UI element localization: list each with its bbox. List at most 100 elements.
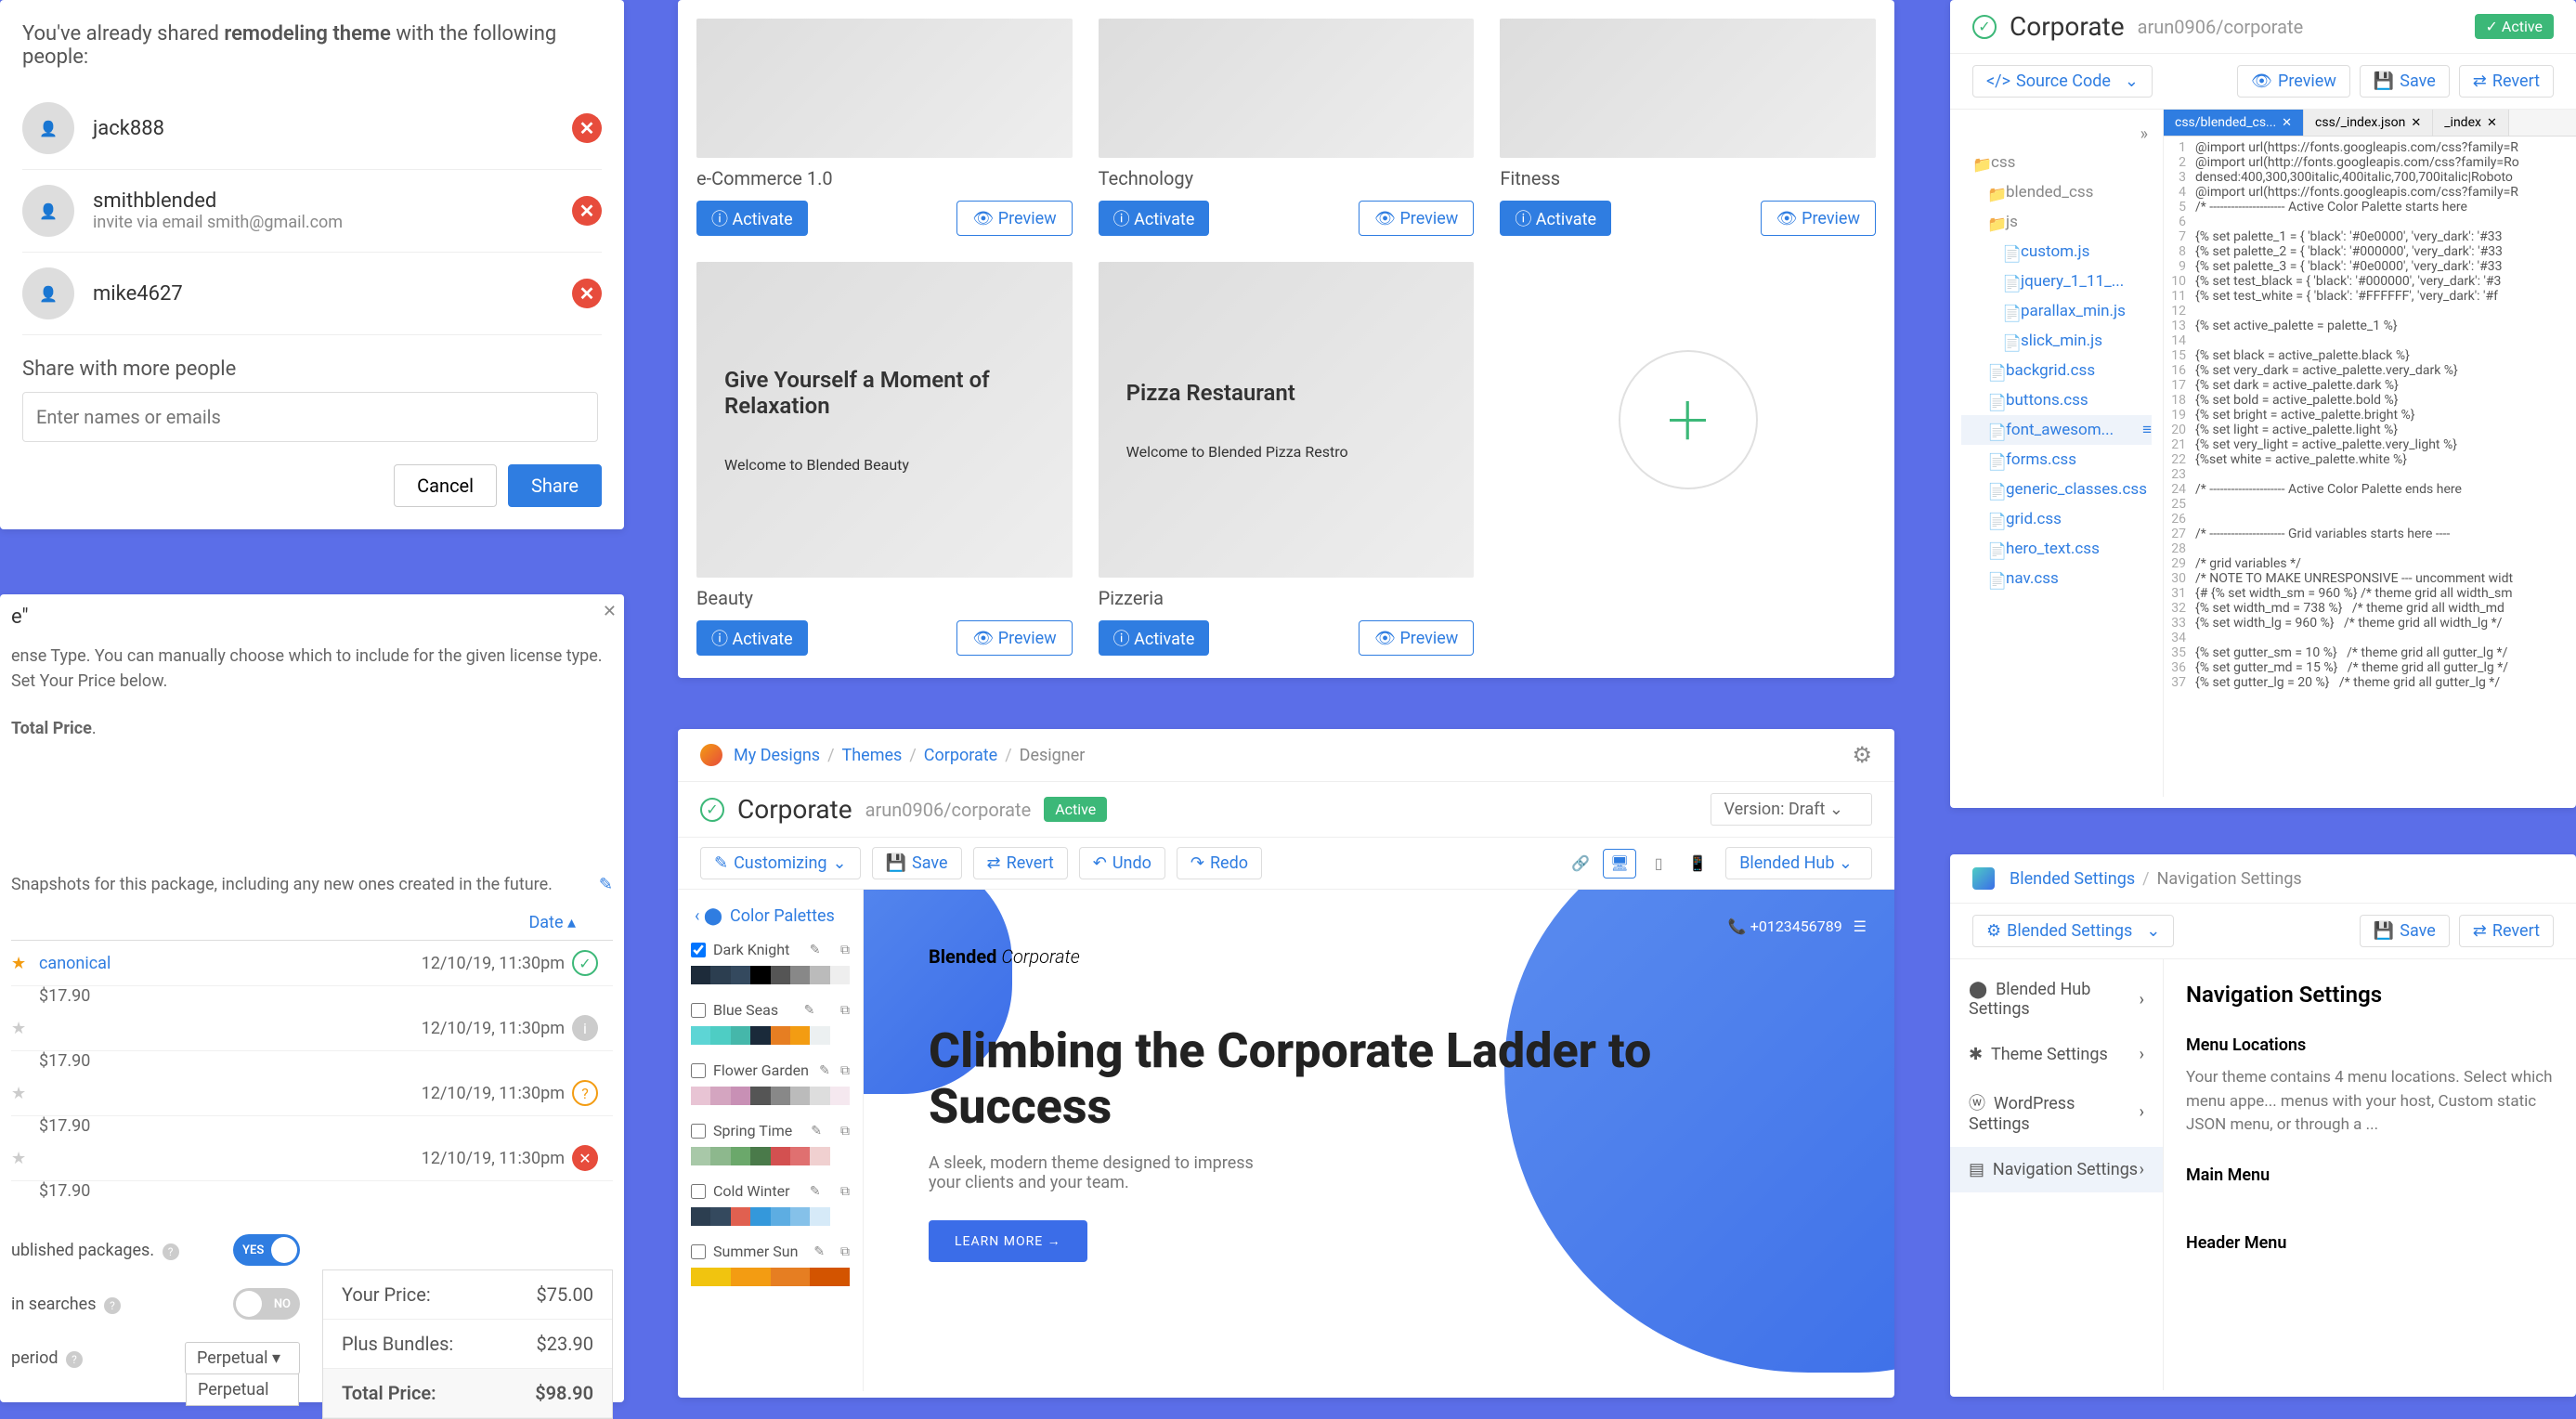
file-item[interactable]: 📄 nav.css [1961,564,2152,593]
code-line[interactable]: 4@import url(https://fonts.googleapis.co… [2164,185,2576,200]
code-line[interactable]: 14 [2164,333,2576,348]
folder-item[interactable]: 📁 js [1961,207,2152,237]
settings-nav-item[interactable]: ▤ Navigation Settings› [1950,1147,2163,1192]
palette-item[interactable]: Cold Winter ✎ ⧉ [687,1175,853,1207]
code-line[interactable]: 19{% set bright = active_palette.bright … [2164,408,2576,423]
code-line[interactable]: 25 [2164,497,2576,512]
breadcrumb-link[interactable]: Themes [842,746,903,765]
edit-icon[interactable]: ✎ [810,1184,821,1199]
activate-button[interactable]: ⓘ Activate [1099,201,1210,236]
edit-icon[interactable]: ✎ [811,1124,822,1139]
close-icon[interactable]: ✕ [603,602,617,621]
back-button[interactable]: ‹ ⬤ Color Palettes [687,899,853,933]
code-line[interactable]: 24/* --------------------- Active Color … [2164,482,2576,497]
edit-icon[interactable]: ✎ [813,1244,825,1259]
edit-icon[interactable]: ✎ [819,1063,830,1078]
close-tab-icon[interactable]: ✕ [2487,116,2497,130]
copy-icon[interactable]: ⧉ [840,943,850,957]
code-line[interactable]: 16{% set very_dark = active_palette.very… [2164,363,2576,378]
code-line[interactable]: 5/* --------------------- Active Color P… [2164,200,2576,215]
file-item[interactable]: 📄 parallax_min.js [1961,296,2152,326]
code-line[interactable]: 17{% set dark = active_palette.dark %} [2164,378,2576,393]
copy-icon[interactable]: ⧉ [840,1244,850,1259]
code-line[interactable]: 21{% set very_light = active_palette.ver… [2164,437,2576,452]
code-line[interactable]: 35{% set gutter_sm = 10 %} /* theme grid… [2164,645,2576,660]
star-icon[interactable]: ★ [11,1019,39,1038]
settings-nav-item[interactable]: ⬤ Blended Hub Settings› [1950,967,2163,1032]
period-option[interactable]: Perpetual [186,1373,299,1406]
share-input[interactable] [22,392,598,442]
code-line[interactable]: 31{# {% set width_sm = 960 %} /* theme g… [2164,586,2576,601]
snapshot-row[interactable]: ★ 12/10/19, 11:30pm ✕ [11,1136,613,1181]
file-item[interactable]: 📄 buttons.css [1961,385,2152,415]
editor-tab[interactable]: css/blended_cs... ✕ [2164,110,2304,136]
gear-icon[interactable]: ⚙ [1852,742,1872,768]
code-line[interactable]: 3densed:400,300,300italic,400italic,700,… [2164,170,2576,185]
preview-button[interactable]: 👁 Preview [1359,201,1474,236]
palette-item[interactable]: Dark Knight ✎ ⧉ [687,933,853,966]
mobile-icon[interactable]: 📱 [1681,849,1714,879]
settings-nav-item[interactable]: ⓦ WordPress Settings› [1950,1077,2163,1147]
template-thumbnail[interactable] [696,19,1073,158]
file-item[interactable]: 📄 hero_text.css [1961,534,2152,564]
code-line[interactable]: 34 [2164,631,2576,645]
activate-button[interactable]: ⓘ Activate [696,620,808,656]
date-column-header[interactable]: Date ▴ [11,905,613,941]
folder-item[interactable]: 📁 css [1961,148,2152,177]
code-line[interactable]: 7{% set palette_1 = { 'black': '#0e0000'… [2164,229,2576,244]
template-thumbnail[interactable]: Pizza Restaurant Welcome to Blended Pizz… [1099,262,1475,578]
status-icon[interactable]: ✓ [572,950,598,976]
info-icon[interactable]: ? [163,1243,179,1260]
snapshot-row[interactable]: ★ canonical 12/10/19, 11:30pm ✓ [11,941,613,986]
template-thumbnail[interactable] [1099,19,1475,158]
code-line[interactable]: 37{% set gutter_lg = 20 %} /* theme grid… [2164,675,2576,690]
remove-icon[interactable]: ✕ [572,196,602,226]
customizing-dropdown[interactable]: ✎ Customizing ⌄ [700,847,861,879]
snapshot-row[interactable]: ★ 12/10/19, 11:30pm i [11,1006,613,1051]
code-line[interactable]: 23 [2164,467,2576,482]
code-line[interactable]: 18{% set bold = active_palette.bold %} [2164,393,2576,408]
searches-toggle[interactable]: NO [233,1288,300,1320]
activate-button[interactable]: ⓘ Activate [1500,201,1611,236]
copy-icon[interactable]: ⧉ [840,1184,850,1199]
star-icon[interactable]: ★ [11,954,39,973]
palette-checkbox[interactable] [691,1124,706,1139]
version-select[interactable]: Version: Draft ⌄ [1711,793,1872,826]
code-line[interactable]: 2@import url(http://fonts.googleapis.com… [2164,155,2576,170]
code-line[interactable]: 28 [2164,541,2576,556]
status-icon[interactable]: ✕ [572,1145,598,1171]
palette-item[interactable]: Summer Sun ✎ ⧉ [687,1235,853,1268]
copy-icon[interactable]: ⧉ [840,1003,850,1018]
desktop-icon[interactable]: 🖥 [1603,849,1636,879]
palette-item[interactable]: Flower Garden ✎ ⧉ [687,1054,853,1087]
code-line[interactable]: 27/* --------------------- Grid variable… [2164,527,2576,541]
snapshot-row[interactable]: ★ 12/10/19, 11:30pm ? [11,1071,613,1116]
save-button[interactable]: 💾 Save [2360,915,2450,947]
code-line[interactable]: 13{% set active_palette = palette_1 %} [2164,319,2576,333]
code-line[interactable]: 10{% set test_black = { 'black': '#00000… [2164,274,2576,289]
preview-button[interactable]: 👁 Preview [956,620,1072,656]
file-item[interactable]: 📄 font_awesom... ≡ [1961,415,2152,445]
folder-item[interactable]: 📁 blended_css [1961,177,2152,207]
status-icon[interactable]: ? [572,1080,598,1106]
file-item[interactable]: 📄 forms.css [1961,445,2152,475]
code-line[interactable]: 11{% set test_white = { 'black': '#FFFFF… [2164,289,2576,304]
save-button[interactable]: 💾 Save [872,847,962,879]
code-line[interactable]: 22{%set white = active_palette.white %} [2164,452,2576,467]
remove-icon[interactable]: ✕ [572,279,602,308]
editor-tab[interactable]: _index ✕ [2433,110,2509,136]
file-item[interactable]: 📄 slick_min.js [1961,326,2152,356]
close-tab-icon[interactable]: ✕ [2411,116,2421,130]
file-item[interactable]: 📄 jquery_1_11_... [1961,267,2152,296]
source-code-dropdown[interactable]: </> Source Code ⌄ [1972,65,2153,98]
tablet-icon[interactable]: ▯ [1642,849,1675,879]
star-icon[interactable]: ★ [11,1149,39,1168]
copy-icon[interactable]: ⧉ [840,1124,850,1139]
copy-icon[interactable]: ⧉ [840,1063,850,1078]
code-line[interactable]: 36{% set gutter_md = 15 %} /* theme grid… [2164,660,2576,675]
code-line[interactable]: 1@import url(https://fonts.googleapis.co… [2164,140,2576,155]
period-select[interactable]: Perpetual ▾ Perpetual [185,1342,300,1374]
published-toggle[interactable]: YES [233,1234,300,1266]
code-line[interactable]: 6 [2164,215,2576,229]
code-editor[interactable]: css/blended_cs... ✕css/_index.json ✕_ind… [2164,110,2576,797]
